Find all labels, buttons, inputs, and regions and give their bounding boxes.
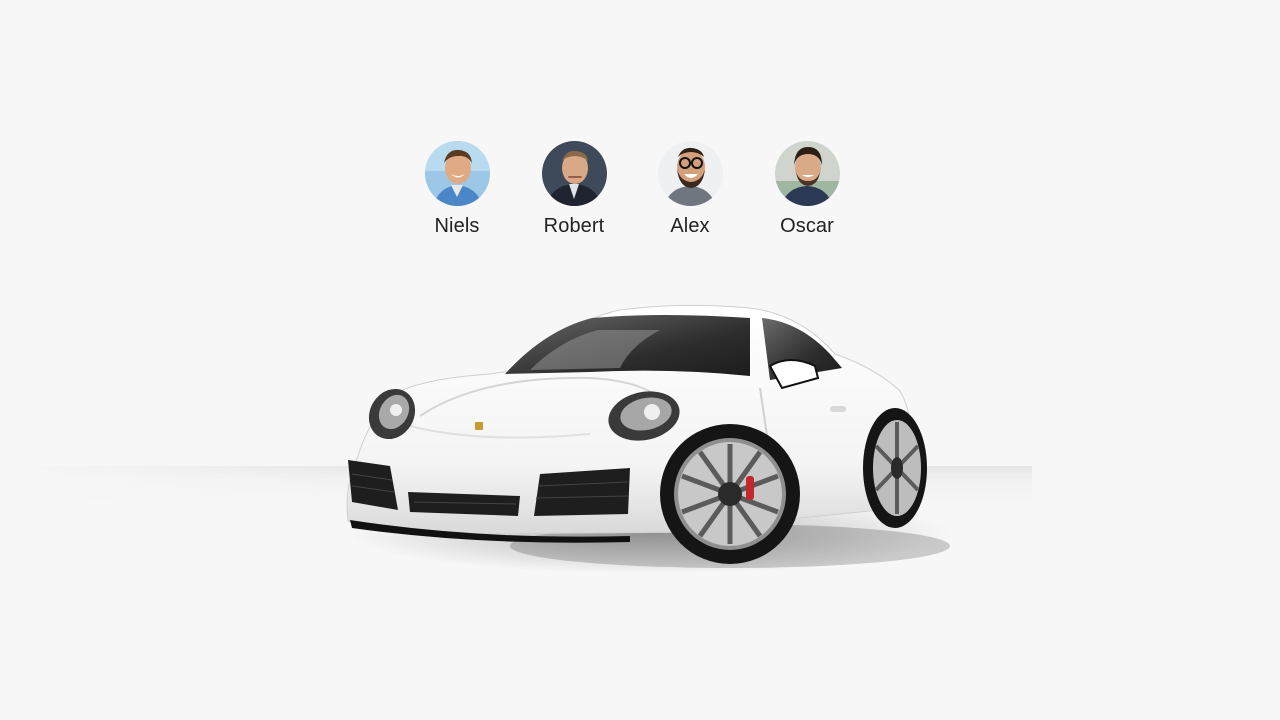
driver-oscar[interactable]: Oscar (757, 141, 857, 238)
avatar (657, 141, 723, 206)
driver-name: Oscar (780, 215, 834, 237)
driver-name: Niels (434, 215, 480, 237)
driver-selection-screen: Niels Robert Alex Oscar (0, 0, 1280, 720)
driver-list: Niels Robert Alex Oscar (0, 141, 1280, 251)
driver-alex[interactable]: Alex (640, 141, 740, 238)
driver-name: Robert (543, 215, 605, 237)
avatar (774, 141, 840, 206)
driver-robert[interactable]: Robert (524, 141, 624, 238)
car-image (346, 304, 950, 574)
avatar (424, 141, 490, 206)
driver-niels[interactable]: Niels (407, 141, 507, 238)
driver-name: Alex (670, 215, 710, 237)
avatar (541, 141, 607, 206)
